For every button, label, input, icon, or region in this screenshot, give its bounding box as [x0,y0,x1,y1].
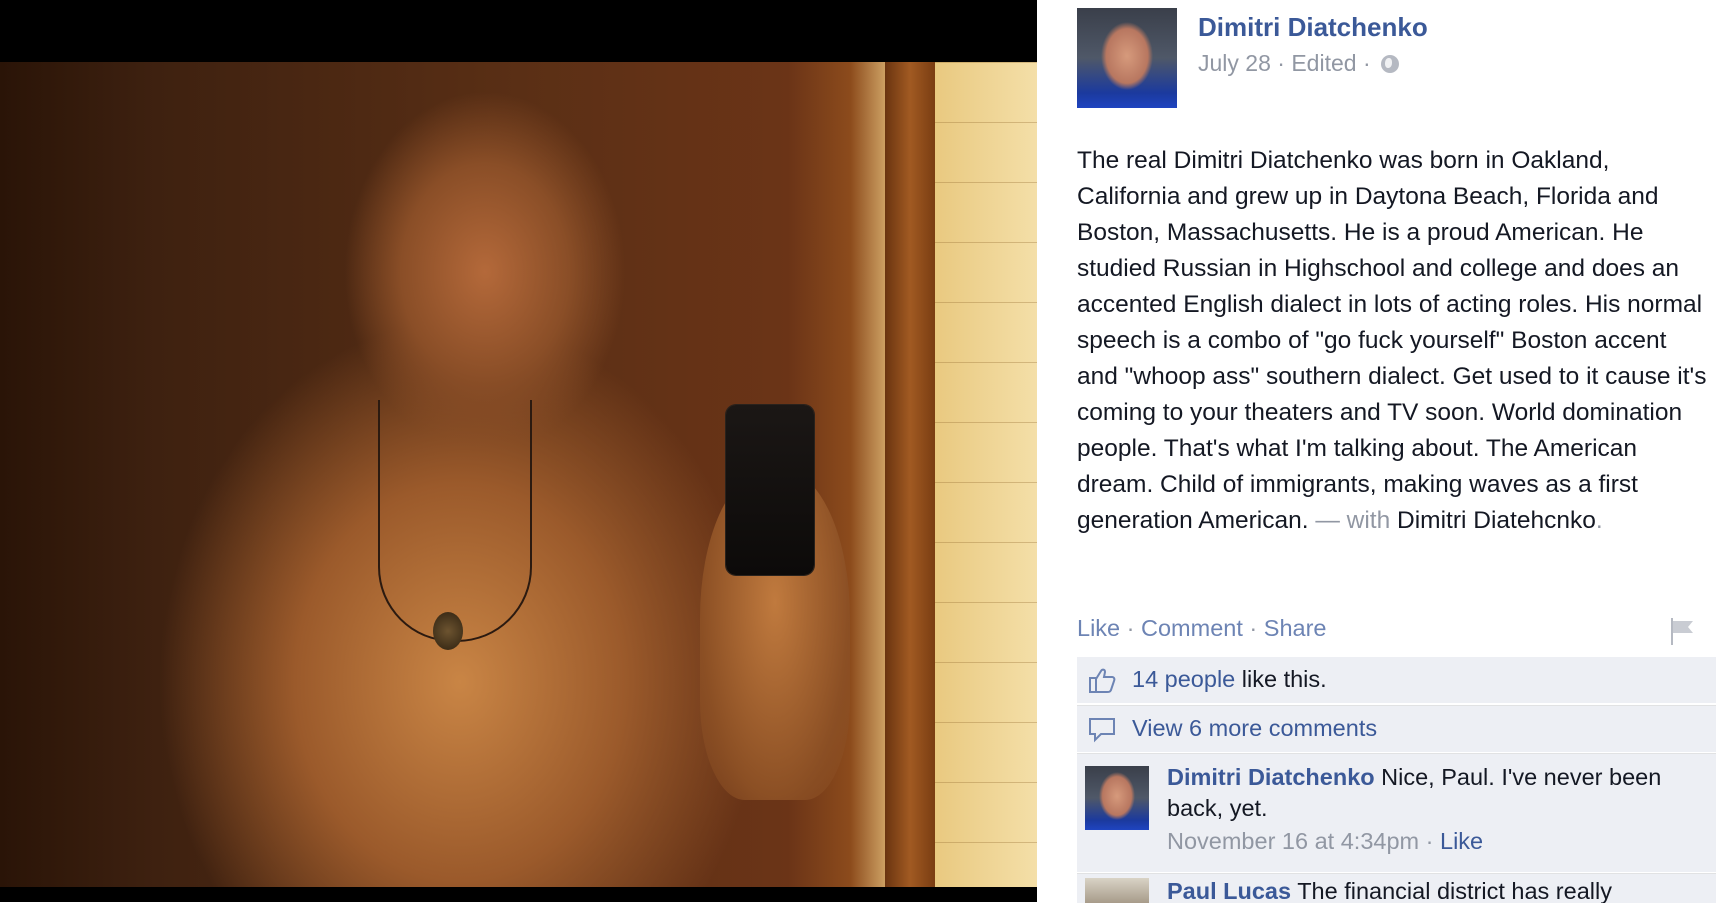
meta-separator: · [1277,50,1285,77]
photo-door-frame [885,62,935,887]
commenter-avatar[interactable] [1085,766,1149,830]
comment-author[interactable]: Dimitri Diatchenko [1167,764,1375,790]
comment-button[interactable]: Comment [1141,615,1243,641]
thumbs-up-icon [1089,668,1116,693]
post-actions: Like · Comment · Share [1077,615,1716,645]
photo-pendant [433,612,463,650]
view-more-comments-row[interactable]: View 6 more comments [1077,705,1716,752]
action-separator: · [1249,615,1258,641]
likes-count-link[interactable]: 14 people [1132,666,1235,692]
meta-separator: · [1362,50,1371,77]
comment-bubble-icon [1089,718,1115,743]
photo-phone [726,405,814,575]
comment-body: Paul Lucas The financial district has re… [1167,876,1707,903]
with-separator: — with [1315,507,1391,534]
photo-tile-wall [935,62,1037,887]
globe-icon[interactable] [1381,54,1399,73]
likes-summary: 14 people like this. [1077,657,1716,703]
edited-label[interactable]: Edited [1291,50,1356,77]
post-date[interactable]: July 28 [1198,50,1271,77]
post-text: The real Dimitri Diatchenko was born in … [1077,143,1713,539]
commenter-avatar[interactable] [1085,878,1149,903]
likes-text: 14 people like this. [1132,666,1327,693]
flag-icon[interactable] [1669,616,1695,646]
author-name[interactable]: Dimitri Diatchenko [1198,12,1428,43]
comment-text: The financial district has really [1297,878,1612,903]
action-separator: · [1126,615,1135,641]
meta-separator: · [1425,828,1434,854]
view-more-comments-link[interactable]: View 6 more comments [1132,715,1377,742]
comment-like-button[interactable]: Like [1440,828,1483,854]
photo-viewer[interactable] [0,0,1037,902]
post-panel: Dimitri Diatchenko July 28 · Edited · Th… [1077,0,1716,903]
tagged-person[interactable]: Dimitri Diatehcnko [1397,507,1596,534]
author-avatar[interactable] [1077,8,1177,108]
photo-necklace [378,400,532,642]
tag-period: . [1595,507,1603,534]
likes-suffix: like this. [1241,666,1327,692]
post-meta: July 28 · Edited · [1198,49,1399,77]
like-button[interactable]: Like [1077,615,1120,641]
share-button[interactable]: Share [1264,615,1327,641]
comment-meta: November 16 at 4:34pm · Like [1167,828,1483,855]
comment-item: Paul Lucas The financial district has re… [1077,873,1716,903]
post-body: The real Dimitri Diatchenko was born in … [1077,147,1707,534]
comment-item: Dimitri Diatchenko Nice, Paul. I've neve… [1077,753,1716,872]
comment-timestamp[interactable]: November 16 at 4:34pm [1167,828,1419,854]
comment-author[interactable]: Paul Lucas [1167,878,1291,903]
comment-body: Dimitri Diatchenko Nice, Paul. I've neve… [1167,762,1707,824]
post-header: Dimitri Diatchenko July 28 · Edited · [1077,8,1716,108]
